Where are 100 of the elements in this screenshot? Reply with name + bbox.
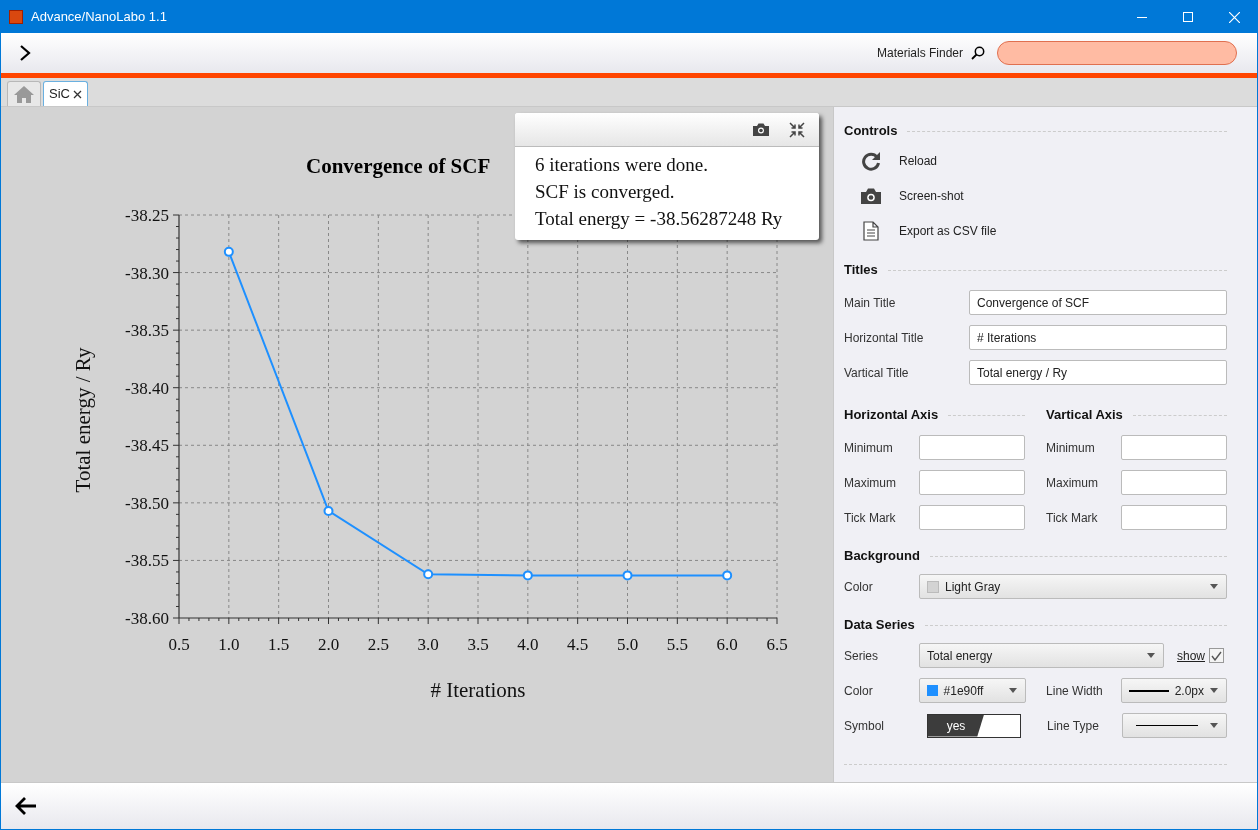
action-link[interactable]: Reload [899,151,938,170]
line-sample [1136,725,1198,726]
section-heading: Horizontal Axis [844,406,939,425]
text-field[interactable] [1121,505,1227,530]
camera-icon [861,187,881,204]
caret-icon [1210,723,1218,728]
field-label: Maximum [1046,474,1099,492]
dropdown[interactable]: Total energy [919,643,1164,668]
x-tick-label: 5.0 [616,635,639,654]
field-label: Vartical Title [844,364,910,382]
x-tick-label: 6.0 [716,635,738,654]
y-tick-label: -38.50 [125,493,169,513]
x-tick-label: 4.0 [517,635,539,654]
materials-finder-label: Materials Finder [876,45,963,62]
x-tick-label: 3.0 [417,635,439,654]
home-icon [13,85,35,103]
close-icon[interactable] [72,89,82,99]
action-link[interactable]: Screen-shot [899,186,964,205]
popup-text: SCF is converged. [535,180,676,203]
chevron-right-icon[interactable] [19,45,31,61]
x-tick-label: 6.5 [766,635,788,654]
y-tick-label: -38.35 [125,321,169,341]
y-tick-label: -38.60 [125,609,169,628]
y-tick-label: -38.30 [125,263,169,283]
caret-icon [1210,688,1218,693]
field-label: Maximum [844,474,897,492]
caret-icon [1147,653,1155,658]
dropdown-value: 2.0px [1174,682,1204,700]
window-title: Advance/NanoLabo 1.1 [31,8,167,27]
field-label: Symbol [844,717,885,735]
search-field[interactable] [997,41,1237,65]
section-heading: Controls [844,122,898,141]
document-icon [863,220,879,241]
popup-text: 6 iterations were done. [535,153,710,176]
field-label: Color [844,578,874,596]
field-label: Horizontal Title [844,329,925,347]
text-field[interactable]: Total energy / Ry [969,360,1227,385]
action-link[interactable]: Export as CSV file [899,221,997,240]
y-tick-label: -38.55 [125,551,169,571]
app-logo-icon [9,10,23,24]
data-point [223,246,234,257]
field-label: Minimum [1046,439,1096,457]
reload-icon [861,150,881,171]
caret-icon [1009,688,1018,693]
section-heading: Background [844,547,920,566]
field-label: Line Width [1046,682,1104,700]
back-arrow-icon[interactable] [15,797,37,815]
x-tick-label: 2.0 [317,635,340,654]
symbol-toggle[interactable]: yes [927,713,1021,738]
line-sample [1128,689,1169,692]
tab[interactable]: SiC [43,81,88,106]
x-tick-label: 1.5 [268,635,290,654]
data-point [522,570,533,581]
section-heading: Titles [844,261,878,280]
camera-icon[interactable] [753,123,769,136]
collapse-icon[interactable] [789,121,805,138]
y-axis-title: Total energy / Ry [71,347,95,493]
home-tab[interactable] [7,81,41,106]
field-label: Minimum [844,439,894,457]
text-field[interactable] [919,470,1025,495]
caret-icon [1210,584,1218,589]
section-heading: Vartical Axis [1046,406,1123,425]
popup-text: Total energy = -38.56287248 Ry [535,207,784,230]
text-field[interactable] [919,505,1025,530]
text-field[interactable] [1121,470,1227,495]
section-heading: Data Series [844,616,915,635]
data-point [622,570,633,581]
x-tick-label: 0.5 [168,635,190,654]
search-icon[interactable] [971,46,985,60]
field-label: Series [844,647,879,665]
x-axis-title: # Iterations [430,678,526,702]
x-tick-label: 3.5 [467,635,489,654]
show-checkbox[interactable] [1209,648,1224,663]
field-label: Main Title [844,294,897,312]
text-field[interactable]: Convergence of SCF [969,290,1227,315]
field-label: Tick Mark [844,509,897,527]
text-field[interactable] [1121,435,1227,460]
field-label: Tick Mark [1046,509,1099,527]
dropdown[interactable]: #1e90ff [918,678,1027,703]
dropdown[interactable] [1122,713,1227,738]
dropdown-value: Total energy [927,647,993,665]
x-tick-label: 4.5 [567,635,589,654]
y-tick-label: -38.25 [125,206,169,225]
color-swatch [927,580,939,593]
dropdown[interactable]: 2.0px [1120,678,1227,703]
x-tick-label: 2.5 [367,635,389,654]
data-point [323,505,334,516]
field-label: Line Type [1047,717,1100,735]
text-field[interactable] [919,435,1025,460]
show-label: show [1177,647,1205,665]
data-point [423,569,434,580]
x-tick-label: 1.0 [218,635,240,654]
field-label: Color [844,682,874,700]
x-tick-label: 5.5 [666,635,688,654]
dropdown-value: #1e90ff [943,682,984,700]
y-tick-label: -38.40 [125,378,169,398]
y-tick-label: -38.45 [125,436,169,456]
tab-label[interactable]: SiC [49,84,70,104]
dropdown[interactable]: Light Gray [919,574,1227,599]
text-field[interactable]: # Iterations [969,325,1227,350]
